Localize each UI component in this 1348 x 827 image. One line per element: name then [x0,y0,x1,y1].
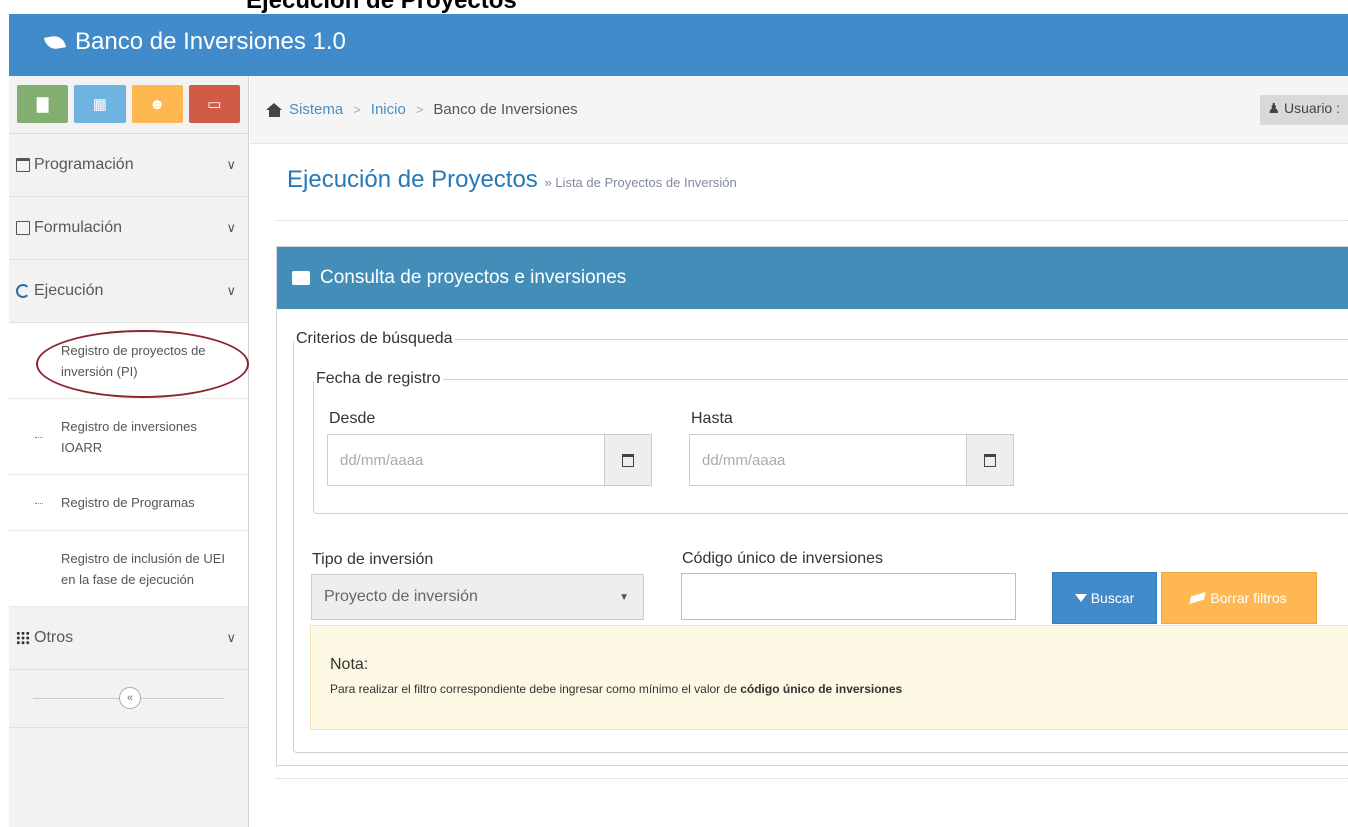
page-subtitle: » Lista de Proyectos de Inversión [544,175,737,190]
codigo-unico-input[interactable] [681,573,1016,620]
desde-label: Desde [329,410,376,427]
sidebar-collapse-row: « [9,670,248,728]
caret-down-icon: ▼ [619,591,629,603]
buscar-label: Buscar [1090,590,1135,606]
user-icon: ♟ [1267,100,1281,116]
codigo-unico-label: Código único de inversiones [682,550,884,567]
sidebar-item-ejecucion[interactable]: Ejecución ∨ [9,260,248,323]
tipo-inversion-value: Proyecto de inversión [324,588,478,605]
breadcrumb-banco-inversiones: Banco de Inversiones [433,101,578,118]
app-title: Banco de Inversiones 1.0 [75,28,346,55]
page-title: Ejecución de Proyectos » Lista de Proyec… [287,166,737,194]
sidebar-shortcuts: ▇ ▦ ☻ ▭ [9,76,248,134]
monitor-icon[interactable]: ▭ [188,85,240,123]
desde-date-input[interactable]: dd/mm/aaaa [328,435,604,485]
tipo-inversion-select[interactable]: Proyecto de inversión ▼ [311,574,644,620]
app-header: Banco de Inversiones 1.0 [9,14,1348,76]
top-cut-caption: Ejecución de Proyectos [0,0,1348,14]
bottom-divider [275,778,1348,779]
ejecucion-submenu: Registro de proyectos de inversión (PI) … [9,323,249,607]
borrar-filtros-button[interactable]: Borrar filtros [1161,572,1317,624]
calendar-icon [984,453,996,467]
recycle-icon [16,284,30,298]
hasta-date-field[interactable]: dd/mm/aaaa [689,434,1014,486]
user-menu[interactable]: ♟ Usuario : [1259,95,1348,125]
users-icon[interactable]: ☻ [131,85,183,123]
chevron-down-icon: ∨ [226,157,236,172]
user-label: Usuario : [1283,100,1340,116]
sidebar-item-label: Formulación [34,219,123,236]
edit-icon [16,221,30,235]
double-chevron-left-icon: « [126,692,134,704]
submenu-item-registro-programas[interactable]: Registro de Programas [9,475,248,531]
nota-text-prefix: Para realizar el filtro correspondiente … [330,682,741,696]
breadcrumb: Sistema > Inicio > Banco de Inversiones … [250,76,1348,144]
sidebar-item-otros[interactable]: Otros ∨ [9,607,248,670]
title-divider [275,220,1348,221]
sidebar-item-formulacion[interactable]: Formulación ∨ [9,197,248,260]
nota-text-bold: código único de inversiones [740,682,903,696]
tree-dash [35,502,43,504]
panel-title: Consulta de proyectos e inversiones [320,267,627,288]
chevron-right-icon: > [415,102,424,117]
cut-caption-text: Ejecución de Proyectos [246,0,517,14]
breadcrumb-sistema[interactable]: Sistema [289,101,343,118]
hasta-label: Hasta [691,410,733,427]
truck-icon [292,271,310,285]
hasta-date-input[interactable]: dd/mm/aaaa [690,435,966,485]
submenu-item-label: Registro de inclusión de UEI en la fase … [61,550,226,587]
chevron-down-icon: ∨ [226,220,236,235]
filter-icon [1074,594,1087,602]
submenu-item-label: Registro de Programas [61,495,195,510]
sidebar-item-programacion[interactable]: Programación ∨ [9,134,248,197]
app-brand[interactable]: Banco de Inversiones 1.0 [44,28,346,56]
submenu-item-registro-ioarr[interactable]: Registro de inversiones IOARR [9,399,248,475]
fecha-legend: Fecha de registro [316,370,441,387]
criterios-legend: Criterios de búsqueda [296,330,453,347]
breadcrumb-inicio[interactable]: Inicio [371,101,406,118]
submenu-item-label: Registro de inversiones IOARR [61,418,197,455]
page-title-text: Ejecución de Proyectos [287,166,538,193]
chevron-down-icon: ∨ [226,630,236,645]
calendar-icon [16,158,30,172]
tipo-inversion-label: Tipo de inversión [312,551,434,568]
eraser-icon [1189,592,1207,604]
calendar-icon [622,453,634,467]
tree-dash [35,436,43,438]
home-icon[interactable] [266,102,283,117]
hasta-calendar-button[interactable] [966,435,1013,485]
chevron-right-icon: > [353,102,361,117]
borrar-filtros-label: Borrar filtros [1210,590,1287,606]
calendar-icon[interactable]: ▦ [74,85,126,123]
sidebar: ▇ ▦ ☻ ▭ Programación ∨ Formulación ∨ Eje… [9,76,249,827]
buscar-button[interactable]: Buscar [1052,572,1157,624]
sidebar-item-label: Otros [34,629,74,646]
desde-date-field[interactable]: dd/mm/aaaa [327,434,652,486]
panel-header: Consulta de proyectos e inversiones [277,247,1348,309]
grid-icon [16,631,30,645]
nota-alert: Nota: Para realizar el filtro correspond… [310,625,1348,730]
submenu-item-registro-pi[interactable]: Registro de proyectos de inversión (PI) [9,323,249,399]
annotation-oval [36,330,249,398]
desde-calendar-button[interactable] [604,435,651,485]
bar-chart-icon[interactable]: ▇ [17,85,69,123]
leaf-icon [44,33,66,51]
nota-text: Para realizar el filtro correspondiente … [330,682,1329,696]
chevron-down-icon: ∨ [226,283,236,298]
sidebar-item-label: Ejecución [34,282,104,299]
collapse-sidebar-button[interactable]: « [119,687,141,709]
submenu-item-inclusion-uei[interactable]: Registro de inclusión de UEI en la fase … [9,531,248,607]
sidebar-item-label: Programación [34,156,134,173]
nota-title: Nota: [330,656,369,673]
